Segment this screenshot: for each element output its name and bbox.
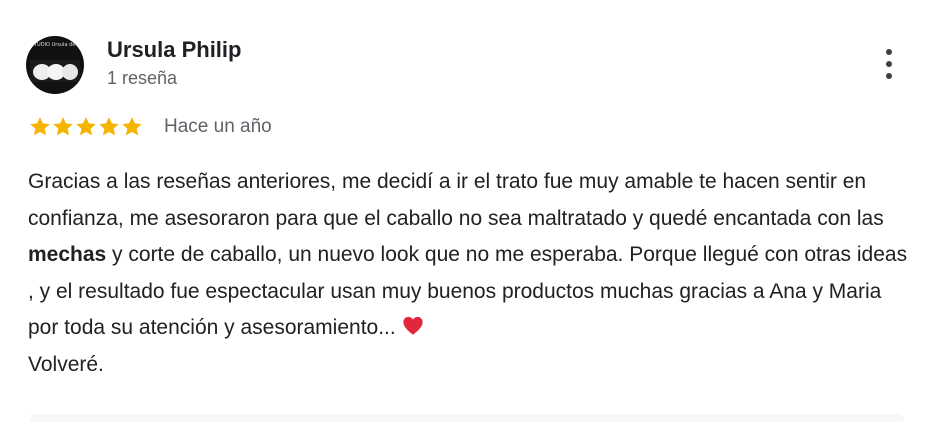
review-text-part: y corte de caballo, un nuevo look que no…: [28, 243, 908, 339]
star-icon: [76, 117, 96, 136]
avatar-logo-text: TUDIO Ursula de Phili: [34, 42, 78, 48]
avatar[interactable]: TUDIO Ursula de Phili: [26, 36, 84, 94]
more-vertical-icon-dot: [886, 49, 892, 55]
star-icon: [53, 117, 73, 136]
review-date: Hace un año: [164, 116, 272, 137]
next-card-edge: [30, 414, 904, 422]
star-icon: [30, 117, 50, 136]
more-vertical-icon-dot: [886, 61, 892, 67]
review-text: Gracias a las reseñas anteriores, me dec…: [28, 164, 908, 383]
more-options-button[interactable]: [876, 44, 902, 84]
avatar-image-icon: [30, 60, 80, 82]
review-card: TUDIO Ursula de Phili Ursula Philip 1 re…: [0, 0, 934, 422]
more-vertical-icon-dot: [886, 73, 892, 79]
star-icon: [99, 117, 119, 136]
heart-icon: [402, 316, 423, 335]
review-text-highlight: mechas: [28, 243, 107, 266]
star-icon: [122, 117, 142, 136]
star-rating: [28, 115, 143, 139]
reviewer-name[interactable]: Ursula Philip: [107, 37, 241, 63]
review-text-closing: Volveré.: [28, 352, 104, 376]
review-text-part: Gracias a las reseñas anteriores, me dec…: [28, 170, 884, 230]
reviewer-review-count[interactable]: 1 reseña: [107, 68, 177, 89]
